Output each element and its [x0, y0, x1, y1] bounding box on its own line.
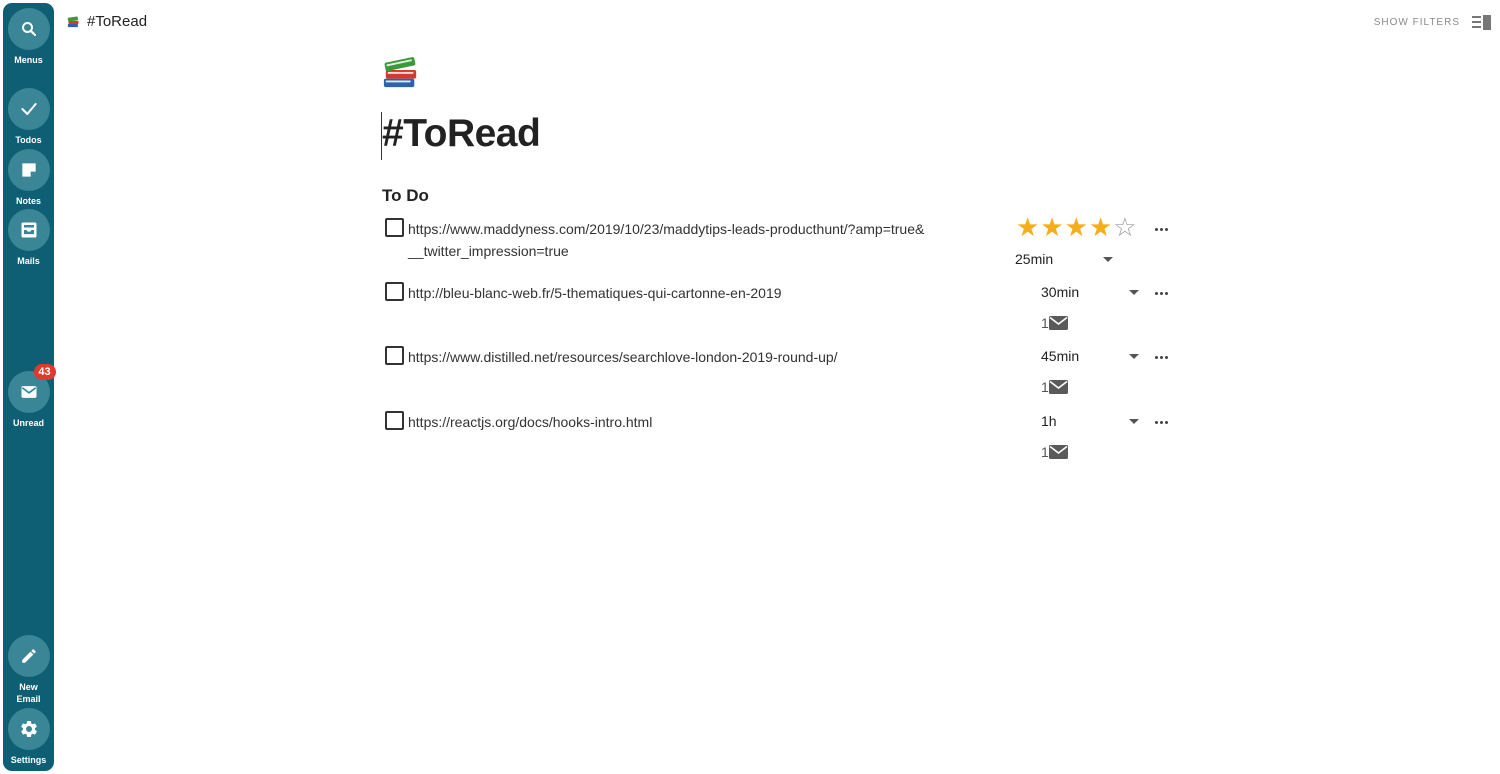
sidebar-label: Mails	[17, 256, 40, 266]
todo-checkbox[interactable]	[385, 218, 404, 237]
mail-count-value: 1	[1041, 315, 1049, 331]
caret-down-icon	[1103, 256, 1113, 262]
inbox-icon	[21, 222, 36, 238]
search-button[interactable]	[7, 8, 50, 50]
sidebar-item-menus[interactable]: Menus	[3, 8, 54, 66]
settings-button[interactable]	[7, 708, 50, 750]
duration-select[interactable]: 25min	[1015, 251, 1113, 267]
todo-checkbox[interactable]	[385, 411, 404, 430]
sidebar-label: Todos	[15, 135, 42, 145]
mail-count[interactable]: 1	[1041, 379, 1069, 395]
caret-down-icon	[1129, 418, 1139, 424]
list-item: https://reactjs.org/docs/hooks-intro.htm…	[382, 411, 1182, 471]
pencil-icon	[21, 649, 36, 663]
sidebar-item-new-email[interactable]: New Email	[3, 635, 54, 705]
list-item: https://www.distilled.net/resources/sear…	[382, 346, 1182, 406]
header-title: #ToRead	[66, 13, 147, 30]
check-icon	[20, 103, 37, 115]
star-filled-icon[interactable]: ★	[1016, 214, 1039, 240]
todo-checkbox[interactable]	[385, 282, 404, 301]
unread-count-badge: 43	[33, 364, 56, 380]
sidebar-label: New Email	[16, 682, 41, 704]
sidebar-item-todos[interactable]: Todos	[3, 88, 54, 146]
item-link[interactable]: https://reactjs.org/docs/hooks-intro.htm…	[408, 411, 928, 433]
duration-select[interactable]: 30min	[1041, 284, 1139, 300]
caret-down-icon	[1129, 289, 1139, 295]
rating-stars[interactable]: ★ ★ ★ ★ ☆	[1016, 214, 1137, 240]
dot	[1160, 421, 1163, 424]
sidebar: Menus Todos Notes Mails 43 Unread New Em…	[3, 3, 56, 771]
todos-button[interactable]	[7, 88, 50, 130]
gear-icon	[20, 721, 37, 737]
search-icon	[21, 22, 36, 37]
more-options-button[interactable]	[1155, 228, 1168, 231]
star-filled-icon[interactable]: ★	[1065, 214, 1088, 240]
mail-count-value: 1	[1041, 444, 1049, 460]
sidebar-item-unread[interactable]: 43 Unread	[3, 364, 56, 429]
dot	[1155, 292, 1158, 295]
more-options-button[interactable]	[1155, 292, 1168, 295]
envelope-icon	[1048, 316, 1068, 330]
notes-button[interactable]	[7, 149, 50, 191]
mail-count[interactable]: 1	[1041, 315, 1069, 331]
dot	[1165, 292, 1168, 295]
header-title-text: #ToRead	[87, 13, 148, 30]
dot	[1160, 356, 1163, 359]
mail-count-value: 1	[1041, 379, 1049, 395]
mail-count[interactable]: 1	[1041, 444, 1069, 460]
duration-value: 30min	[1041, 284, 1080, 300]
item-link[interactable]: http://bleu-blanc-web.fr/5-thematiques-q…	[408, 282, 928, 304]
item-link[interactable]: https://www.distilled.net/resources/sear…	[408, 346, 928, 368]
sidebar-label: Settings	[10, 755, 47, 765]
books-icon	[383, 57, 417, 88]
caret-down-icon	[1129, 353, 1139, 359]
section-title: To Do	[382, 186, 429, 205]
more-options-button[interactable]	[1155, 356, 1168, 359]
unread-button[interactable]: 43	[7, 364, 56, 413]
mails-button[interactable]	[7, 209, 50, 251]
page-title[interactable]: #ToRead	[382, 112, 541, 156]
sidebar-label: Menus	[14, 55, 43, 65]
columns-icon	[1472, 15, 1491, 30]
note-icon	[21, 163, 36, 177]
view-toggle-button[interactable]	[1472, 15, 1492, 36]
dot	[1155, 228, 1158, 231]
page-emoji	[382, 52, 420, 95]
duration-select[interactable]: 1h	[1041, 413, 1139, 429]
star-filled-icon[interactable]: ★	[1089, 214, 1112, 240]
star-empty-icon[interactable]: ☆	[1113, 214, 1136, 240]
dot	[1165, 228, 1168, 231]
dot	[1165, 421, 1168, 424]
new-email-button[interactable]	[7, 635, 50, 677]
list-item: http://bleu-blanc-web.fr/5-thematiques-q…	[382, 282, 1182, 342]
duration-value: 45min	[1041, 348, 1080, 364]
item-link[interactable]: https://www.maddyness.com/2019/10/23/mad…	[408, 218, 928, 262]
sidebar-item-notes[interactable]: Notes	[3, 149, 54, 207]
dot	[1155, 421, 1158, 424]
sidebar-label: Notes	[15, 196, 41, 206]
sidebar-item-mails[interactable]: Mails	[3, 209, 54, 267]
dot	[1160, 228, 1163, 231]
list-item: https://www.maddyness.com/2019/10/23/mad…	[382, 214, 1182, 278]
more-options-button[interactable]	[1155, 421, 1168, 424]
books-icon	[67, 16, 79, 28]
star-filled-icon[interactable]: ★	[1040, 214, 1063, 240]
show-filters-button[interactable]: SHOW FILTERS	[1374, 17, 1460, 28]
dot	[1165, 356, 1168, 359]
envelope-icon	[1048, 445, 1068, 459]
duration-value: 1h	[1041, 413, 1057, 429]
envelope-icon	[1048, 380, 1068, 394]
sidebar-item-settings[interactable]: Settings	[3, 708, 54, 766]
dot	[1155, 356, 1158, 359]
sidebar-label: Unread	[12, 418, 44, 428]
todo-checkbox[interactable]	[385, 346, 404, 365]
envelope-icon	[21, 386, 36, 398]
dot	[1160, 292, 1163, 295]
duration-select[interactable]: 45min	[1041, 348, 1139, 364]
duration-value: 25min	[1015, 251, 1054, 267]
